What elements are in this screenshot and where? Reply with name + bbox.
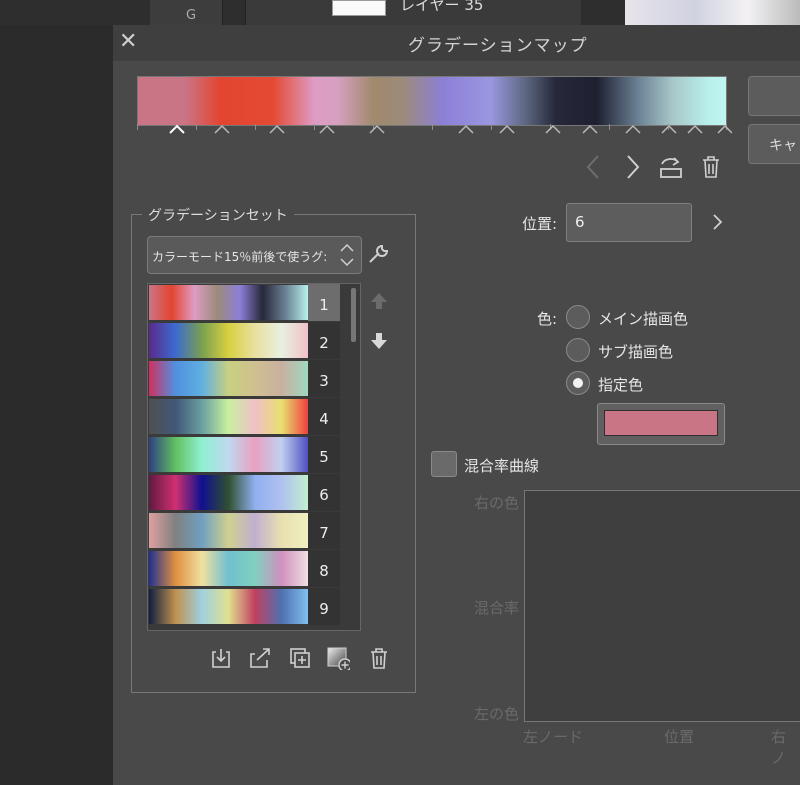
list-item[interactable]: 8 xyxy=(148,550,360,587)
curve-y-label-top: 右の色 xyxy=(474,494,520,512)
list-scrollbar[interactable] xyxy=(351,288,356,342)
wrench-icon[interactable] xyxy=(366,241,392,267)
gradient-node xyxy=(458,124,474,134)
ok-button[interactable] xyxy=(748,76,800,116)
gradient-preview-bar[interactable] xyxy=(137,76,727,126)
curve-x-label-mid: 位置 xyxy=(664,728,695,746)
radio-main-color-label: メイン描画色 xyxy=(598,310,689,328)
list-item[interactable]: 7 xyxy=(148,512,360,549)
gradient-node xyxy=(545,124,561,134)
position-label: 位置: xyxy=(522,215,558,233)
gradient-node-markers[interactable] xyxy=(137,122,732,138)
gradient-node xyxy=(661,124,677,134)
list-item[interactable]: 5 xyxy=(148,436,360,473)
gradient-set-list[interactable]: 1 2 3 4 5 6 7 8 9 xyxy=(147,283,361,631)
gradient-swatch xyxy=(149,513,308,548)
blend-curve-graph[interactable] xyxy=(524,490,800,722)
radio-specified-color-label: 指定色 xyxy=(598,376,644,394)
list-item-number: 5 xyxy=(308,436,340,473)
gradient-node xyxy=(687,124,703,134)
gradient-swatch xyxy=(149,323,308,358)
blend-curve-label: 混合率曲線 xyxy=(464,457,540,475)
list-item-number: 1 xyxy=(308,284,340,321)
background-tab-letter: G xyxy=(186,8,197,23)
curve-x-label-left: 左ノード xyxy=(523,728,584,746)
gradient-node-selected xyxy=(169,124,185,134)
gradient-swatch xyxy=(149,437,308,472)
add-gradient-icon[interactable] xyxy=(326,646,350,670)
chevron-left-icon[interactable] xyxy=(584,154,602,180)
curve-y-label-bottom: 左の色 xyxy=(474,705,520,723)
gradient-swatch xyxy=(149,361,308,396)
dialog-title: グラデーションマップ xyxy=(408,36,588,56)
list-item-number: 7 xyxy=(308,512,340,549)
chevron-right-icon[interactable] xyxy=(710,212,726,232)
stepper-icon[interactable] xyxy=(338,240,356,270)
radio-sub-color[interactable] xyxy=(566,338,590,362)
import-icon[interactable] xyxy=(209,646,233,670)
color-label: 色: xyxy=(537,310,558,328)
list-item[interactable]: 2 xyxy=(148,322,360,359)
cancel-button[interactable]: キャ xyxy=(748,124,800,164)
close-icon[interactable]: ✕ xyxy=(119,29,137,54)
list-item-number: 3 xyxy=(308,360,340,397)
layer-thumbnail xyxy=(332,0,386,16)
position-value: 6 xyxy=(575,213,585,231)
radio-main-color[interactable] xyxy=(566,305,590,329)
trash-icon[interactable] xyxy=(368,646,392,670)
export-icon[interactable] xyxy=(247,646,271,670)
gradient-node xyxy=(582,124,598,134)
gradient-swatch xyxy=(149,551,308,586)
gradient-set-label: グラデーションセット xyxy=(142,205,294,225)
gradient-node xyxy=(369,124,385,134)
duplicate-icon[interactable] xyxy=(288,646,312,670)
gradient-set-select-value: カラーモード15％前後で使うグ: xyxy=(152,250,328,264)
gradient-node xyxy=(319,124,335,134)
list-item[interactable]: 1 xyxy=(148,284,360,321)
move-up-icon[interactable] xyxy=(369,291,389,311)
blend-curve-checkbox[interactable] xyxy=(431,451,457,477)
radio-sub-color-label: サブ描画色 xyxy=(598,343,674,361)
list-item-number: 9 xyxy=(308,588,340,625)
chevron-right-icon[interactable] xyxy=(624,154,642,180)
list-item-number: 8 xyxy=(308,550,340,587)
list-item-number: 6 xyxy=(308,474,340,511)
list-item-number: 2 xyxy=(308,322,340,359)
gradient-swatch xyxy=(149,399,308,434)
canvas-preview xyxy=(625,0,800,25)
gradient-node xyxy=(214,124,230,134)
gradient-node xyxy=(269,124,285,134)
selected-color-swatch xyxy=(604,410,718,436)
gradient-node xyxy=(499,124,515,134)
gradient-swatch xyxy=(149,285,308,320)
gradient-swatch xyxy=(149,475,308,510)
radio-specified-color[interactable] xyxy=(566,371,590,395)
flip-gradient-icon[interactable] xyxy=(658,154,684,180)
curve-y-label-mid: 混合率 xyxy=(474,599,520,617)
list-item[interactable]: 4 xyxy=(148,398,360,435)
layer-name: レイヤー 35 xyxy=(400,0,484,14)
trash-icon[interactable] xyxy=(700,154,722,180)
gradient-swatch xyxy=(149,589,308,624)
gradient-node xyxy=(717,124,732,134)
list-item[interactable]: 6 xyxy=(148,474,360,511)
cancel-button-label: キャ xyxy=(769,138,797,154)
gradient-node xyxy=(625,124,641,134)
list-item[interactable]: 9 xyxy=(148,588,360,625)
list-item[interactable]: 3 xyxy=(148,360,360,397)
position-field[interactable] xyxy=(566,203,692,242)
move-down-icon[interactable] xyxy=(369,331,389,351)
list-item-number: 4 xyxy=(308,398,340,435)
